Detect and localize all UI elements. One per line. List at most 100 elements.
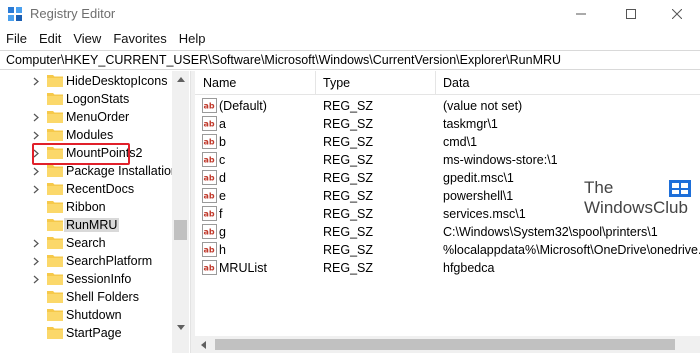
tree-item-modules[interactable]: Modules xyxy=(0,126,172,144)
folder-icon xyxy=(47,237,63,249)
menu-help[interactable]: Help xyxy=(173,31,212,46)
value-row[interactable]: ab b REG_SZ cmd\1 xyxy=(195,133,700,151)
column-divider[interactable] xyxy=(315,71,316,95)
expand-chevron-icon[interactable] xyxy=(33,234,41,252)
tree-item-runmru[interactable]: RunMRU xyxy=(0,216,172,234)
column-type-header[interactable]: Type xyxy=(323,76,350,90)
tree-item-label: Search xyxy=(66,236,106,250)
menu-file[interactable]: File xyxy=(0,31,33,46)
string-value-icon: ab xyxy=(202,260,217,275)
folder-icon xyxy=(47,327,63,339)
maximize-icon xyxy=(626,9,636,19)
tree-item-menuorder[interactable]: MenuOrder xyxy=(0,108,172,126)
menu-view[interactable]: View xyxy=(67,31,107,46)
svg-text:ab: ab xyxy=(204,192,215,201)
tree-item-label: RunMRU xyxy=(64,218,120,232)
watermark: The WindowsClub xyxy=(584,178,700,222)
list-horizontal-scrollbar[interactable] xyxy=(195,336,700,353)
cell-data: hfgbedca xyxy=(443,261,495,275)
expand-chevron-icon[interactable] xyxy=(33,180,41,198)
cell-data: ms-windows-store:\1 xyxy=(443,153,558,167)
cell-type: REG_SZ xyxy=(323,243,374,257)
tree-item-shutdown[interactable]: Shutdown xyxy=(0,306,172,324)
string-value-icon: ab xyxy=(202,116,217,131)
cell-data: C:\Windows\System32\spool\printers\1 xyxy=(443,225,658,239)
tree-scroll-thumb[interactable] xyxy=(174,220,187,240)
cell-type: REG_SZ xyxy=(323,117,374,131)
value-row[interactable]: ab c REG_SZ ms-windows-store:\1 xyxy=(195,151,700,169)
value-row[interactable]: ab (Default) REG_SZ (value not set) xyxy=(195,97,700,115)
window-title: Registry Editor xyxy=(30,6,116,21)
scroll-up-button[interactable] xyxy=(172,71,189,88)
list-scroll-thumb[interactable] xyxy=(215,339,675,350)
cell-name: e xyxy=(219,189,226,203)
menu-edit[interactable]: Edit xyxy=(33,31,67,46)
cell-type: REG_SZ xyxy=(323,135,374,149)
tree-item-label: HideDesktopIcons xyxy=(66,74,168,88)
expand-chevron-icon[interactable] xyxy=(33,252,41,270)
string-value-icon: ab xyxy=(202,134,217,149)
expand-chevron-icon[interactable] xyxy=(33,126,41,144)
close-icon xyxy=(672,9,682,19)
address-bar[interactable]: Computer\HKEY_CURRENT_USER\Software\Micr… xyxy=(0,50,700,70)
tree-item-logonstats[interactable]: LogonStats xyxy=(0,90,172,108)
folder-icon xyxy=(47,201,63,213)
cell-name: a xyxy=(219,117,226,131)
tree-item-label: LogonStats xyxy=(66,92,130,106)
close-button[interactable] xyxy=(654,3,700,25)
cell-data: gpedit.msc\1 xyxy=(443,171,514,185)
tree-vertical-scrollbar[interactable] xyxy=(172,71,189,353)
svg-text:ab: ab xyxy=(204,138,215,147)
value-row[interactable]: ab a REG_SZ taskmgr\1 xyxy=(195,115,700,133)
folder-icon xyxy=(47,75,63,87)
folder-icon xyxy=(47,111,63,123)
expand-chevron-icon[interactable] xyxy=(33,108,41,126)
column-name-header[interactable]: Name xyxy=(203,76,236,90)
tree-item-label: Shutdown xyxy=(66,308,122,322)
scroll-down-button[interactable] xyxy=(172,319,189,336)
chevron-left-icon xyxy=(201,340,206,349)
tree-item-label: SearchPlatform xyxy=(66,254,153,268)
tree-item-search[interactable]: Search xyxy=(0,234,172,252)
scroll-left-button[interactable] xyxy=(195,336,212,353)
svg-text:ab: ab xyxy=(204,210,215,219)
folder-icon xyxy=(47,309,63,321)
svg-text:ab: ab xyxy=(204,246,215,255)
windowsclub-logo-icon xyxy=(669,180,691,197)
minimize-icon xyxy=(576,13,586,15)
tree-item-searchplatform[interactable]: SearchPlatform xyxy=(0,252,172,270)
tree-item-label: MenuOrder xyxy=(66,110,130,124)
tree-item-label: SessionInfo xyxy=(66,272,132,286)
list-header: Name Type Data xyxy=(195,71,700,95)
tree-item-sessioninfo[interactable]: SessionInfo xyxy=(0,270,172,288)
minimize-button[interactable] xyxy=(558,3,604,25)
expand-chevron-icon[interactable] xyxy=(33,270,41,288)
value-row[interactable]: ab h REG_SZ %localappdata%\Microsoft\OneDri… xyxy=(195,241,700,259)
tree-item-label: Shell Folders xyxy=(66,290,139,304)
tree-item-recentdocs[interactable]: RecentDocs xyxy=(0,180,172,198)
string-value-icon: ab xyxy=(202,206,217,221)
svg-text:ab: ab xyxy=(204,228,215,237)
string-value-icon: ab xyxy=(202,188,217,203)
maximize-button[interactable] xyxy=(608,3,654,25)
expand-chevron-icon[interactable] xyxy=(33,72,41,90)
column-data-header[interactable]: Data xyxy=(443,76,469,90)
menu-favorites[interactable]: Favorites xyxy=(107,31,172,46)
tree-item-shell-folders[interactable]: Shell Folders xyxy=(0,288,172,306)
value-row[interactable]: ab MRUList REG_SZ hfgbedca xyxy=(195,259,700,277)
string-value-icon: ab xyxy=(202,224,217,239)
tree-item-ribbon[interactable]: Ribbon xyxy=(0,198,172,216)
cell-name: b xyxy=(219,135,226,149)
svg-text:ab: ab xyxy=(204,156,215,165)
cell-name: f xyxy=(219,207,223,221)
cell-type: REG_SZ xyxy=(323,99,374,113)
tree-item-startpage[interactable]: StartPage xyxy=(0,324,172,342)
cell-name: d xyxy=(219,171,226,185)
tree-item-hidedesktopicons[interactable]: HideDesktopIcons xyxy=(0,72,172,90)
cell-type: REG_SZ xyxy=(323,207,374,221)
registry-editor-icon xyxy=(8,7,22,21)
tree-item-label: RecentDocs xyxy=(66,182,135,196)
value-row[interactable]: ab g REG_SZ C:\Windows\System32\spool\print… xyxy=(195,223,700,241)
string-value-icon: ab xyxy=(202,170,217,185)
column-divider[interactable] xyxy=(435,71,436,95)
